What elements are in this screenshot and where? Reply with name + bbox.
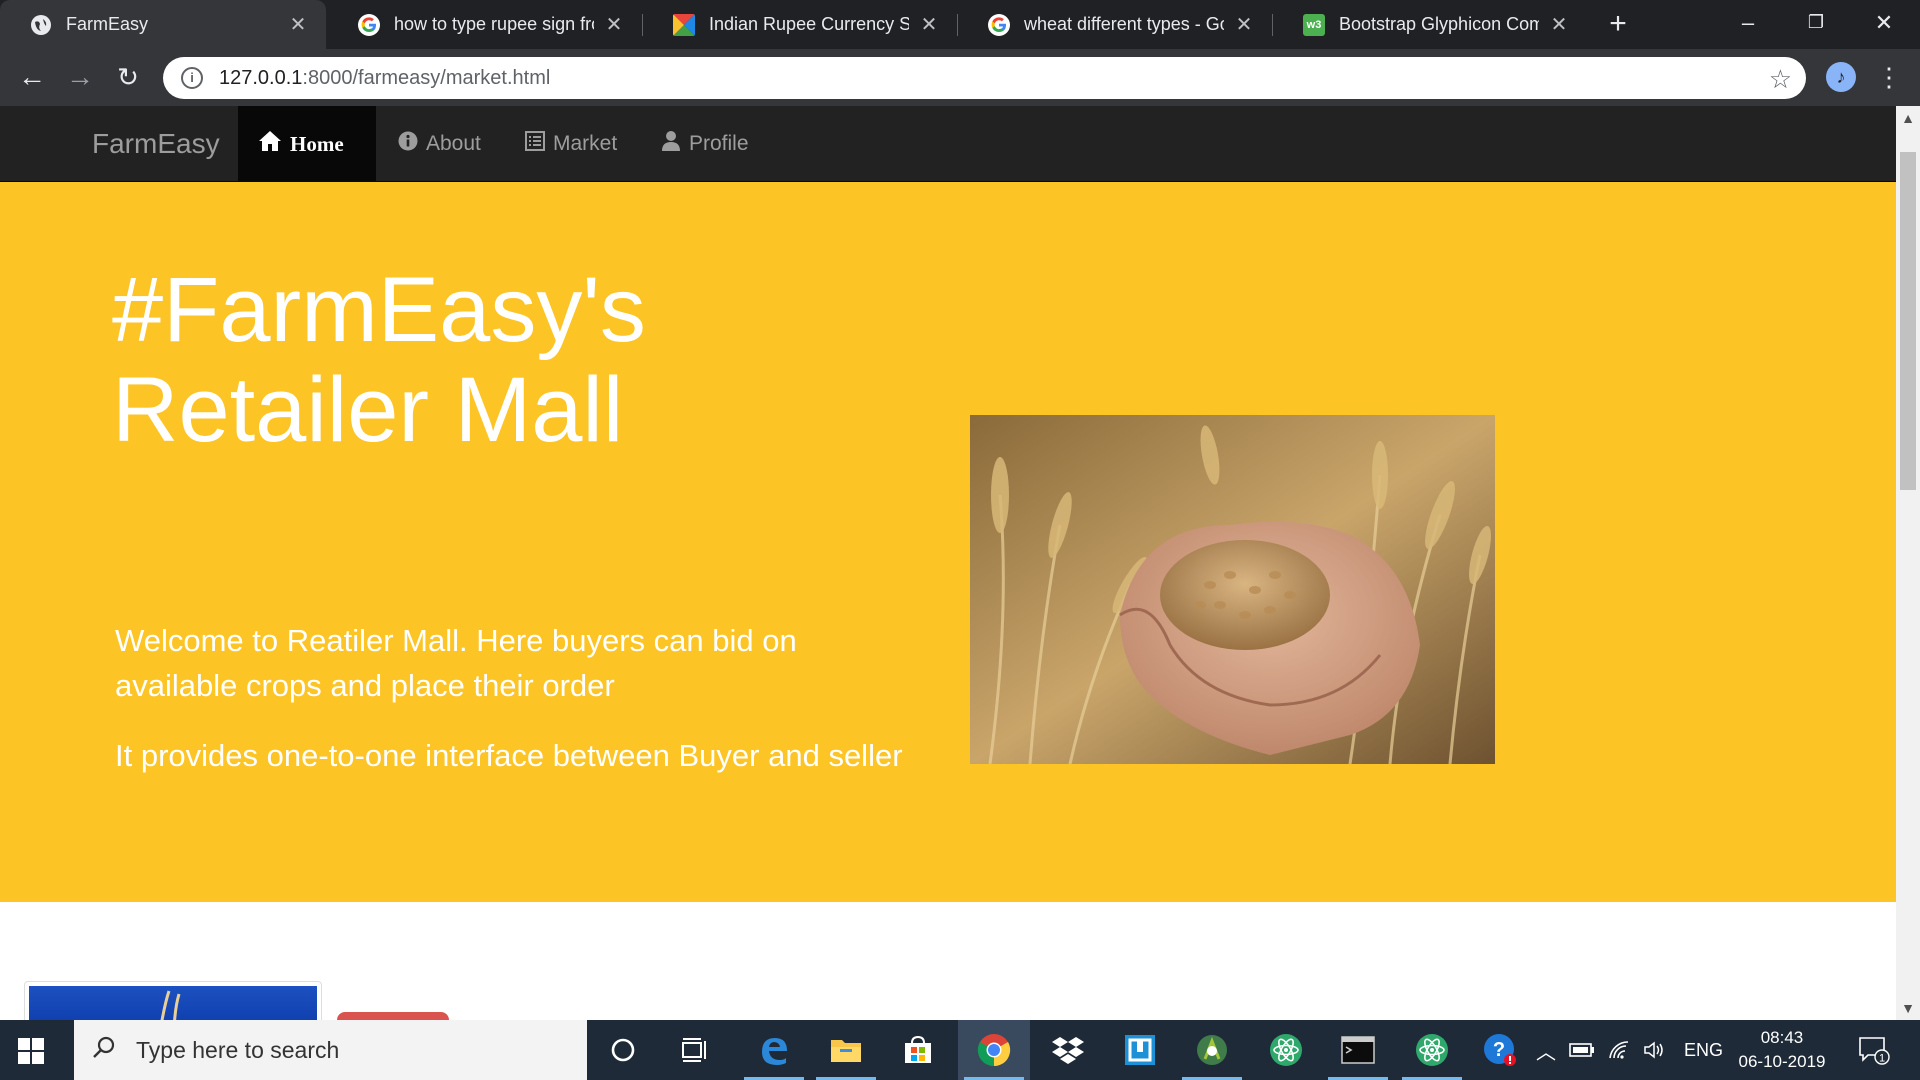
minimize-button[interactable]: –: [1714, 0, 1782, 45]
cortana-icon[interactable]: [587, 1020, 659, 1080]
product-image: [29, 986, 317, 1020]
tab-title: FarmEasy: [66, 14, 149, 34]
hero-title-line2: Retailer Mall: [112, 359, 624, 461]
nav-item-market[interactable]: Market: [505, 106, 637, 182]
close-window-button[interactable]: ✕: [1850, 0, 1918, 45]
tab-google-rupee[interactable]: how to type rupee sign fron ✕: [328, 0, 642, 49]
chrome-icon[interactable]: [958, 1020, 1030, 1080]
file-explorer-icon[interactable]: [810, 1020, 882, 1080]
globe-icon: [30, 14, 52, 36]
info-icon[interactable]: i: [181, 67, 203, 89]
user-icon: [661, 130, 681, 158]
dropbox-icon[interactable]: [1032, 1020, 1104, 1080]
battery-icon[interactable]: [1569, 1020, 1595, 1080]
action-center-icon[interactable]: 1: [1858, 1020, 1890, 1080]
task-view-icon[interactable]: [659, 1020, 731, 1080]
url-host: 127.0.0.1: [219, 66, 303, 89]
edge-browser-icon[interactable]: [738, 1020, 810, 1080]
close-icon[interactable]: ✕: [1234, 12, 1254, 37]
close-icon[interactable]: ✕: [288, 12, 308, 37]
wifi-icon[interactable]: [1608, 1020, 1630, 1080]
search-icon: [92, 1035, 118, 1066]
system-clock[interactable]: 08:43 06-10-2019: [1720, 1026, 1844, 1074]
hero-title: #FarmEasy's Retailer Mall: [112, 260, 892, 460]
microsoft-store-icon[interactable]: [882, 1020, 954, 1080]
list-alt-icon: [525, 131, 545, 157]
scroll-down-icon[interactable]: ▼: [1896, 996, 1920, 1020]
help-icon[interactable]: ?: [1482, 1020, 1518, 1080]
terminal-icon[interactable]: [1322, 1020, 1394, 1080]
close-icon[interactable]: ✕: [919, 12, 939, 37]
reload-button[interactable]: ↻: [110, 59, 146, 95]
show-hidden-icons-icon[interactable]: ︿: [1536, 1020, 1556, 1080]
language-indicator[interactable]: ENG: [1684, 1020, 1723, 1080]
hero-description-text: It provides one-to-one interface between…: [115, 738, 903, 773]
tab-title: Bootstrap Glyphicon Comp: [1339, 14, 1539, 34]
bookmark-star-icon[interactable]: ☆: [1769, 64, 1792, 95]
hero-welcome-text: Welcome to Reatiler Mall. Here buyers ca…: [115, 623, 797, 703]
atom-editor-icon-2[interactable]: [1396, 1020, 1468, 1080]
wheat-hands-image: [970, 415, 1495, 764]
hero-title-line1: #FarmEasy's: [112, 259, 646, 361]
browser-toolbar: ← → ↻ i 127.0.0.1:8000/farmeasy/market.h…: [0, 49, 1920, 106]
scrollbar-thumb[interactable]: [1900, 152, 1916, 490]
windows-taskbar: Type here to search ? ︿ ENG 08:43 06-10-…: [0, 1020, 1920, 1080]
browser-tab-strip: FarmEasy ✕ how to type rupee sign fron ✕…: [0, 0, 1920, 49]
tab-title: Indian Rupee Currency Sym: [709, 14, 909, 34]
close-icon[interactable]: ✕: [604, 12, 624, 37]
google-icon: [988, 13, 1010, 36]
url-path: :8000/farmeasy/market.html: [302, 66, 551, 89]
volume-icon[interactable]: [1643, 1020, 1667, 1080]
flag-icon: [673, 13, 695, 36]
atom-editor-icon[interactable]: [1250, 1020, 1322, 1080]
windows-start-icon[interactable]: [18, 1038, 44, 1064]
clock-time: 08:43: [1760, 1028, 1804, 1047]
nav-item-label: Market: [553, 132, 618, 155]
nav-item-label: Profile: [689, 132, 749, 155]
google-icon: [358, 13, 380, 36]
nav-item-label: About: [426, 132, 481, 155]
restore-button[interactable]: ❐: [1782, 0, 1850, 45]
new-tab-button[interactable]: +: [1602, 9, 1634, 41]
android-studio-icon[interactable]: [1176, 1020, 1248, 1080]
search-placeholder: Type here to search: [136, 1036, 340, 1063]
page-viewport: FarmEasy Home About Market Profile #Farm…: [0, 106, 1896, 1020]
clock-date: 06-10-2019: [1738, 1052, 1826, 1071]
close-icon[interactable]: ✕: [1549, 12, 1569, 37]
back-button[interactable]: ←: [14, 59, 50, 95]
scroll-up-icon[interactable]: ▲: [1896, 106, 1920, 130]
nav-item-label: Home: [290, 131, 344, 156]
nav-item-about[interactable]: About: [378, 106, 501, 182]
tab-rupee-symbol[interactable]: Indian Rupee Currency Sym ✕: [643, 0, 957, 49]
page-scrollbar[interactable]: ▲ ▼: [1896, 106, 1920, 1020]
forward-button[interactable]: →: [62, 59, 98, 95]
svg-text:?: ?: [1493, 1039, 1505, 1061]
nav-item-home[interactable]: Home: [238, 106, 376, 182]
tab-wheat-types[interactable]: wheat different types - Goo ✕: [958, 0, 1272, 49]
code-editor-icon[interactable]: [1104, 1020, 1176, 1080]
browser-menu-button[interactable]: ⋮: [1876, 60, 1902, 94]
profile-avatar[interactable]: ♪: [1826, 62, 1856, 92]
tab-title: how to type rupee sign fron: [394, 14, 594, 34]
w3-icon: w3: [1303, 13, 1325, 36]
product-badge: [337, 1012, 449, 1020]
tab-bootstrap-glyphicon[interactable]: w3 Bootstrap Glyphicon Comp ✕: [1273, 0, 1587, 49]
tab-title: wheat different types - Goo: [1024, 14, 1224, 34]
address-bar[interactable]: i 127.0.0.1:8000/farmeasy/market.html ☆: [163, 57, 1806, 99]
taskbar-search-box[interactable]: Type here to search: [74, 1020, 587, 1080]
hero-jumbotron: #FarmEasy's Retailer Mall Welcome to Rea…: [0, 182, 1896, 902]
home-icon: [258, 130, 282, 158]
product-card-thumbnail[interactable]: [24, 981, 322, 1020]
navbar-brand[interactable]: FarmEasy: [92, 106, 220, 182]
nav-item-profile[interactable]: Profile: [641, 106, 769, 182]
info-sign-icon: [398, 131, 418, 157]
url-text[interactable]: 127.0.0.1:8000/farmeasy/market.html: [219, 67, 550, 90]
tab-farmeasy[interactable]: FarmEasy ✕: [0, 0, 326, 49]
site-navbar: FarmEasy Home About Market Profile: [0, 106, 1896, 182]
notification-count: 1: [1879, 1053, 1885, 1065]
